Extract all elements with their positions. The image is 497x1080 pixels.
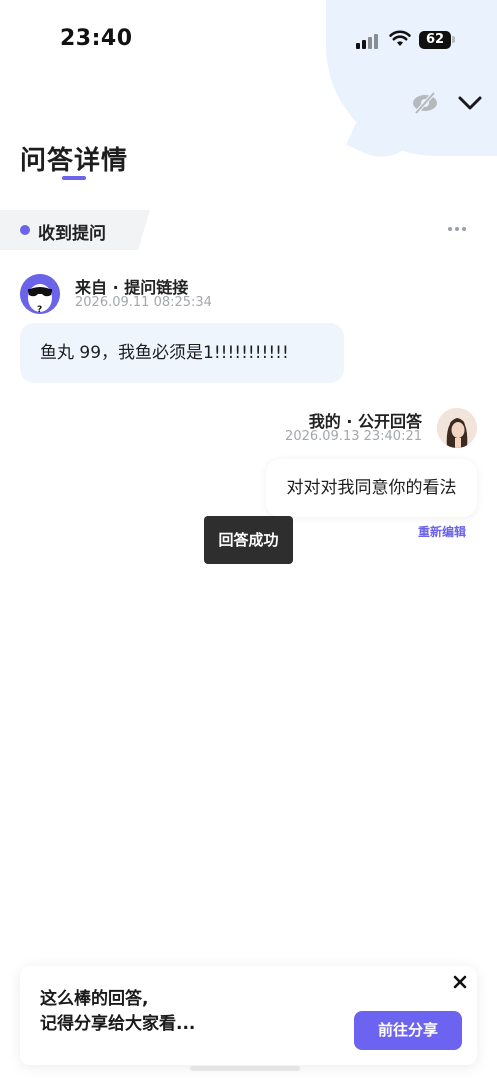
svg-text:?: ? — [37, 305, 42, 314]
close-icon[interactable] — [452, 974, 468, 990]
eye-off-icon[interactable] — [411, 90, 439, 116]
success-toast: 回答成功 — [204, 516, 293, 564]
title-underline — [62, 176, 86, 180]
my-answer-timestamp: 2026.09.13 23:40:21 — [285, 429, 422, 444]
sender-timestamp: 2026.09.11 08:25:34 — [75, 295, 212, 310]
chevron-down-icon[interactable] — [456, 92, 484, 114]
signal-icon — [356, 33, 382, 49]
answer-detail-screen: 23:40 62 问答详情 收到提问 ? 来自 · 提问链接 2026.09.1… — [0, 0, 497, 1080]
section-label: 收到提问 — [38, 224, 106, 244]
share-prompt-line2: 记得分享给大家看... — [40, 1014, 196, 1034]
status-time: 23:40 — [60, 26, 133, 51]
share-prompt-card: 这么棒的回答, 记得分享给大家看... 前往分享 — [20, 966, 477, 1065]
section-dot — [20, 225, 30, 235]
section-tab-received: 收到提问 — [0, 210, 150, 250]
battery-icon: 62 — [419, 31, 451, 49]
sender-avatar[interactable]: ? — [20, 274, 60, 314]
go-share-button[interactable]: 前往分享 — [354, 1011, 462, 1050]
home-indicator[interactable] — [190, 1066, 300, 1071]
wifi-icon — [389, 30, 411, 46]
anonymous-avatar-icon: ? — [20, 274, 60, 314]
user-avatar-icon — [437, 408, 477, 448]
battery-tip — [452, 36, 455, 43]
re-edit-link[interactable]: 重新编辑 — [418, 523, 466, 540]
status-bar: 23:40 62 — [0, 0, 497, 80]
my-avatar[interactable] — [437, 408, 477, 448]
more-horizontal-icon[interactable] — [446, 224, 468, 234]
question-bubble: 鱼丸 99，我鱼必须是1!!!!!!!!!!! — [20, 323, 344, 383]
answer-bubble: 对对对我同意你的看法 — [266, 459, 477, 517]
page-title: 问答详情 — [20, 146, 129, 176]
share-prompt-line1: 这么棒的回答, — [40, 989, 149, 1009]
